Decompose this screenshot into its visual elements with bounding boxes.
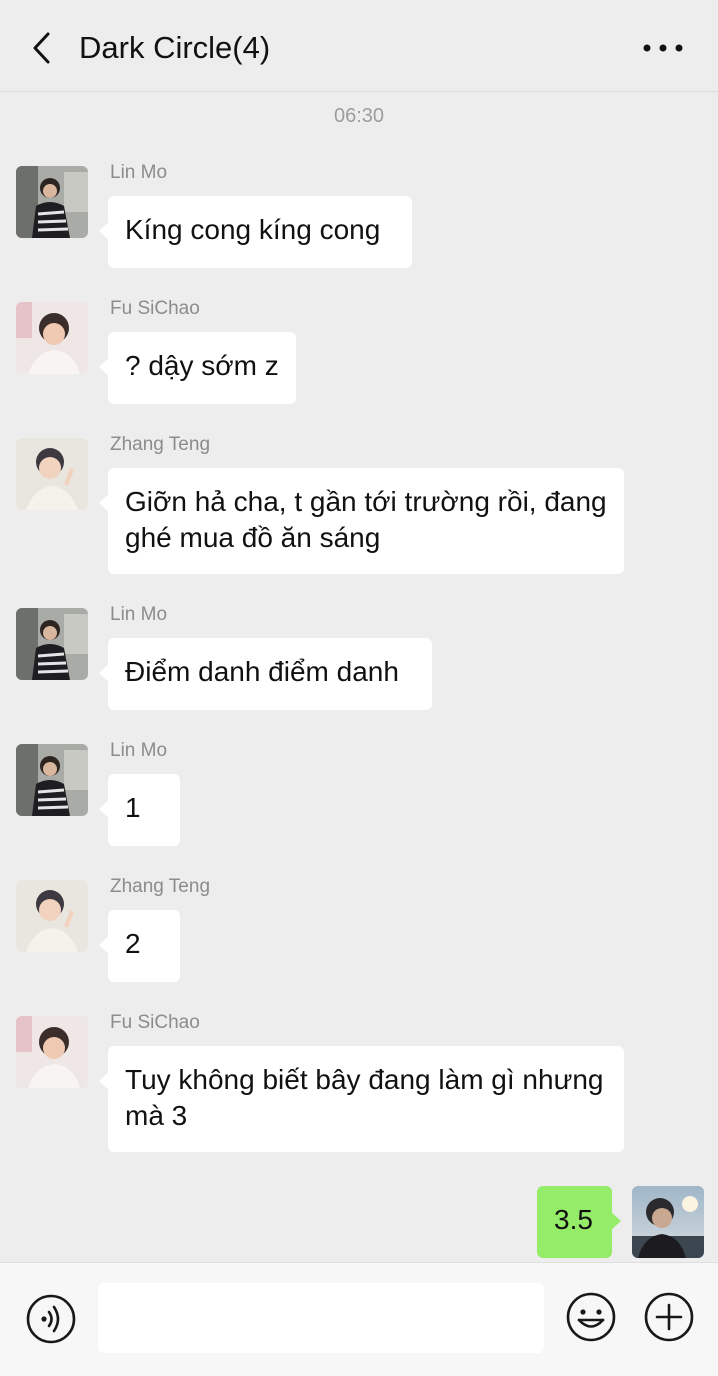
avatar-zhang-teng[interactable] [16,880,88,952]
sender-name: Fu SiChao [110,298,200,319]
sender-name: Lin Mo [110,604,168,625]
chat-header: Dark Circle(4) [0,0,718,92]
message-bubble[interactable]: Điểm danh điểm danh [99,638,432,710]
sender-name: Zhang Teng [110,434,211,455]
chevron-left-icon[interactable] [22,28,62,68]
voice-icon[interactable] [25,1293,77,1345]
sender-name: Zhang Teng [110,876,211,897]
chat-title: Dark Circle(4) [79,30,271,65]
message-bubble[interactable]: ? dậy sớm z [99,332,296,404]
message-timestamp: 06:30 [333,105,385,127]
message-bubble-outgoing[interactable]: 3.5 [537,1186,621,1258]
avatar-self[interactable] [632,1186,704,1258]
message-input[interactable] [98,1283,544,1353]
emoji-icon[interactable] [565,1291,617,1343]
chat-screen: Dark Circle(4) 06:30 Lin Mo Kíng cong kí… [0,0,718,1376]
message-bubble[interactable]: 1 [99,774,180,846]
message-bubble[interactable]: Tuy không biết bây đang làm gì nhưng mà … [99,1046,624,1152]
sender-name: Lin Mo [110,740,168,761]
sender-name: Fu SiChao [110,1012,200,1033]
message-bubble[interactable]: 2 [99,910,180,982]
avatar-zhang-teng[interactable] [16,438,88,510]
sender-name: Lin Mo [110,162,168,183]
avatar-lin-mo[interactable] [16,166,88,238]
more-dots-icon[interactable] [642,36,686,60]
avatar-fu-sichao[interactable] [16,1016,88,1088]
input-bar [0,1262,718,1376]
message-bubble[interactable]: Kíng cong kíng cong [99,196,412,268]
avatar-lin-mo[interactable] [16,608,88,680]
avatar-fu-sichao[interactable] [16,302,88,374]
avatar-lin-mo[interactable] [16,744,88,816]
message-bubble[interactable]: Giỡn hả cha, t gần tới trường rồi, đang … [99,468,624,574]
plus-icon[interactable] [643,1291,695,1343]
